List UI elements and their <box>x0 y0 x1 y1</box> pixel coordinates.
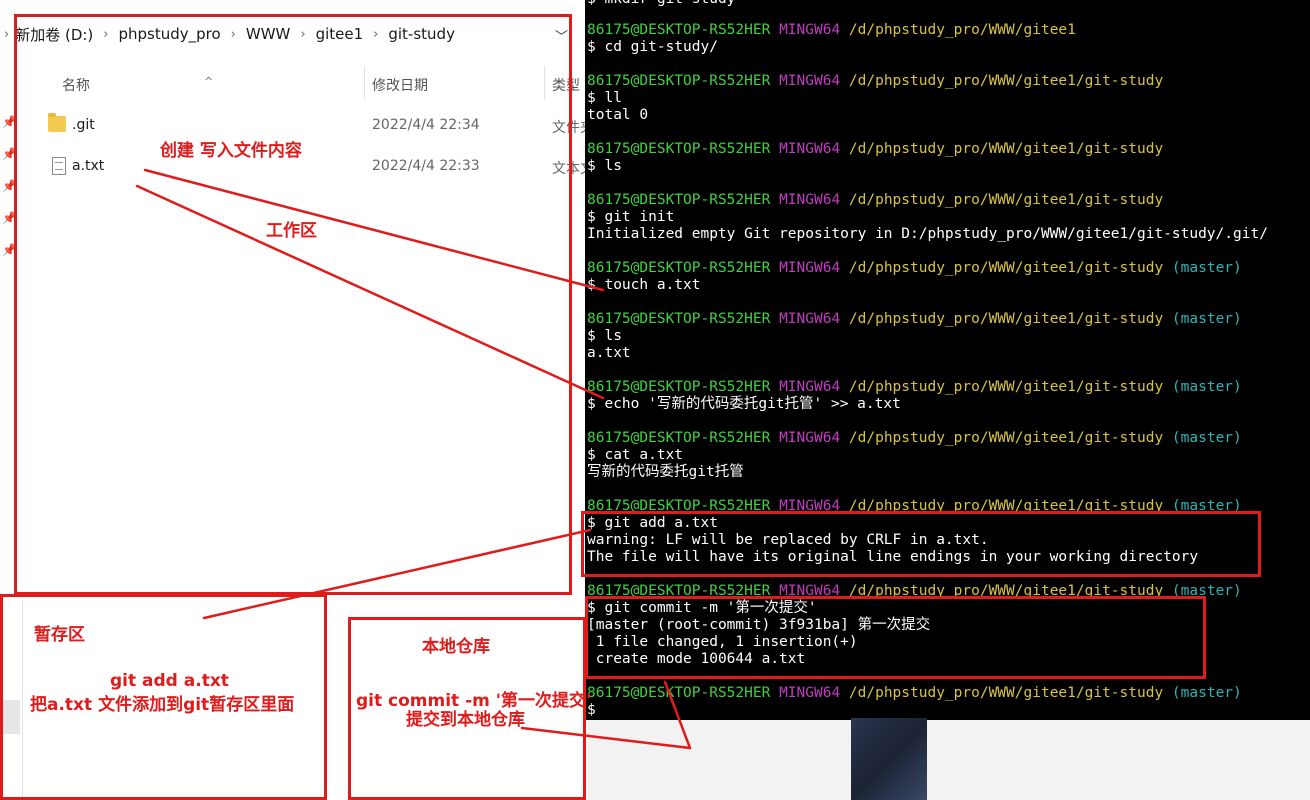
terminal-line: $ touch a.txt <box>587 277 701 293</box>
prompt-path: /d/phpstudy_pro/WWW/gitee1/git-study <box>848 192 1164 208</box>
prompt-path: /d/phpstudy_pro/WWW/gitee1 <box>848 22 1076 38</box>
terminal-line: a.txt <box>587 345 631 361</box>
terminal-line: $ ls <box>587 328 622 344</box>
workspace-highlight-box <box>14 14 572 595</box>
prompt-env: MINGW64 <box>779 192 841 208</box>
prompt-user: 86175@DESKTOP-RS52HER <box>587 22 771 38</box>
terminal-prompt-line: 86175@DESKTOP-RS52HER MINGW64 /d/phpstud… <box>587 430 1242 447</box>
prompt-user: 86175@DESKTOP-RS52HER <box>587 430 771 446</box>
terminal-line: Initialized empty Git repository in D:/p… <box>587 226 1268 242</box>
terminal-line: $ mkdir git-study <box>587 0 735 8</box>
prompt-branch: (master) <box>1171 260 1242 276</box>
prompt-branch: (master) <box>1171 379 1242 395</box>
terminal-prompt-line: 86175@DESKTOP-RS52HER MINGW64 /d/phpstud… <box>587 192 1163 209</box>
prompt-env: MINGW64 <box>779 22 841 38</box>
prompt-branch: (master) <box>1171 311 1242 327</box>
prompt-user: 86175@DESKTOP-RS52HER <box>587 192 771 208</box>
prompt-path: /d/phpstudy_pro/WWW/gitee1/git-study <box>848 311 1164 327</box>
prompt-path: /d/phpstudy_pro/WWW/gitee1/git-study <box>848 685 1164 701</box>
terminal-prompt-line: 86175@DESKTOP-RS52HER MINGW64 /d/phpstud… <box>587 260 1242 277</box>
prompt-path: /d/phpstudy_pro/WWW/gitee1/git-study <box>848 73 1164 89</box>
thumbnail-image <box>851 718 927 800</box>
terminal-line: 写新的代码委托git托管 <box>587 464 744 480</box>
prompt-env: MINGW64 <box>779 260 841 276</box>
prompt-path: /d/phpstudy_pro/WWW/gitee1/git-study <box>848 141 1164 157</box>
terminal-prompt-line: 86175@DESKTOP-RS52HER MINGW64 /d/phpstud… <box>587 379 1242 396</box>
terminal-line: $ echo '写新的代码委托git托管' >> a.txt <box>587 396 901 412</box>
terminal-prompt-line: 86175@DESKTOP-RS52HER MINGW64 /d/phpstud… <box>587 22 1076 39</box>
terminal-line: total 0 <box>587 107 649 123</box>
annotation-workspace: 工作区 <box>266 221 317 241</box>
prompt-path: /d/phpstudy_pro/WWW/gitee1/git-study <box>848 260 1164 276</box>
annotation-staging: 暂存区 <box>34 625 85 645</box>
git-add-highlight-box <box>581 511 1261 577</box>
git-commit-highlight-box <box>585 596 1206 679</box>
terminal-prompt-line: 86175@DESKTOP-RS52HER MINGW64 /d/phpstud… <box>587 141 1163 158</box>
prompt-branch: (master) <box>1171 685 1242 701</box>
prompt-user: 86175@DESKTOP-RS52HER <box>587 73 771 89</box>
terminal-prompt-line: 86175@DESKTOP-RS52HER MINGW64 /d/phpstud… <box>587 73 1163 90</box>
prompt-path: /d/phpstudy_pro/WWW/gitee1/git-study <box>848 379 1164 395</box>
annotation-staging-desc: 把a.txt 文件添加到git暂存区里面 <box>30 695 295 715</box>
terminal-line: $ ls <box>587 158 622 174</box>
prompt-env: MINGW64 <box>779 141 841 157</box>
annotation-commit-desc: 提交到本地仓库 <box>406 710 525 730</box>
terminal-prompt-line: 86175@DESKTOP-RS52HER MINGW64 /d/phpstud… <box>587 311 1242 328</box>
terminal-line: $ cat a.txt <box>587 447 684 463</box>
terminal-line: $ ll <box>587 90 622 106</box>
prompt-user: 86175@DESKTOP-RS52HER <box>587 685 771 701</box>
prompt-user: 86175@DESKTOP-RS52HER <box>587 260 771 276</box>
prompt-user: 86175@DESKTOP-RS52HER <box>587 311 771 327</box>
prompt-env: MINGW64 <box>779 379 841 395</box>
annotation-local-repo: 本地仓库 <box>422 637 490 657</box>
terminal-prompt-line: 86175@DESKTOP-RS52HER MINGW64 /d/phpstud… <box>587 685 1242 702</box>
prompt-user: 86175@DESKTOP-RS52HER <box>587 141 771 157</box>
prompt-env: MINGW64 <box>779 311 841 327</box>
desktop-background <box>588 720 1310 800</box>
prompt-path: /d/phpstudy_pro/WWW/gitee1/git-study <box>848 430 1164 446</box>
prompt-env: MINGW64 <box>779 685 841 701</box>
prompt-branch: (master) <box>1171 430 1242 446</box>
terminal-line: $ cd git-study/ <box>587 39 718 55</box>
prompt-user: 86175@DESKTOP-RS52HER <box>587 379 771 395</box>
prompt-env: MINGW64 <box>779 73 841 89</box>
chevron-right-icon: › <box>4 26 10 42</box>
annotation-create-write: 创建 写入文件内容 <box>160 141 302 161</box>
annotation-staging-cmd: git add a.txt <box>110 671 229 691</box>
prompt-env: MINGW64 <box>779 430 841 446</box>
terminal-line: $ git init <box>587 209 675 225</box>
